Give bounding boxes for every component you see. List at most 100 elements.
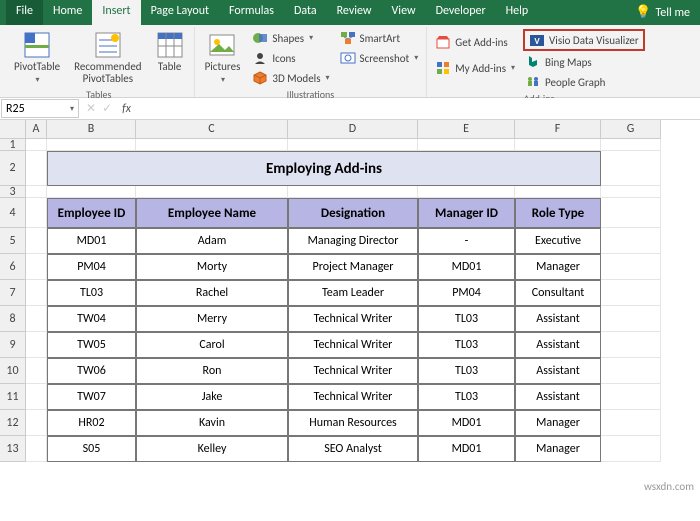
table-cell[interactable]: Merry [136,306,288,332]
table-cell[interactable]: Team Leader [288,280,418,306]
table-cell[interactable]: Jake [136,384,288,410]
table-cell[interactable]: PM04 [418,280,515,306]
row-header-1[interactable]: 1 [0,139,26,151]
icons-button[interactable]: Icons [250,49,331,67]
table-cell[interactable]: Executive [515,228,601,254]
table-cell[interactable]: PM04 [47,254,136,280]
table-cell[interactable]: Carol [136,332,288,358]
recommended-pivot-button[interactable]: Recommended PivotTables [70,29,145,87]
tab-developer[interactable]: Developer [426,0,496,25]
people-graph-button[interactable]: People Graph [523,73,645,91]
col-header-G[interactable]: G [601,120,661,139]
row-header-10[interactable]: 10 [0,358,26,384]
screenshot-label: Screenshot [360,52,410,65]
name-box[interactable]: R25 ▾ [1,99,79,118]
table-cell[interactable]: Adam [136,228,288,254]
my-addins-label: My Add-ins [455,62,506,75]
screenshot-button[interactable]: Screenshot▾ [338,49,421,67]
table-cell[interactable]: Assistant [515,358,601,384]
table-cell[interactable]: Managing Director [288,228,418,254]
table-cell[interactable]: Human Resources [288,410,418,436]
table-cell[interactable]: TL03 [418,306,515,332]
table-cell[interactable]: TL03 [47,280,136,306]
grid-body[interactable]: Employing Add-insEmployee IDEmployee Nam… [26,139,661,462]
col-header-B[interactable]: B [47,120,136,139]
table-cell[interactable]: Manager [515,436,601,462]
tell-me-search[interactable]: 💡 Tell me [625,0,700,25]
table-cell[interactable]: TL03 [418,358,515,384]
my-addins-button[interactable]: My Add-ins▾ [433,59,517,77]
table-cell[interactable]: Technical Writer [288,332,418,358]
row-header-12[interactable]: 12 [0,410,26,436]
tab-view[interactable]: View [382,0,426,25]
bing-maps-button[interactable]: Bing Maps [523,53,645,71]
col-header-D[interactable]: D [288,120,418,139]
tab-file[interactable]: File [6,0,43,25]
table-cell[interactable]: SEO Analyst [288,436,418,462]
row-header-13[interactable]: 13 [0,436,26,462]
row-header-4[interactable]: 4 [0,198,26,228]
select-all-corner[interactable] [0,120,26,139]
tab-help[interactable]: Help [496,0,539,25]
table-cell[interactable]: MD01 [418,410,515,436]
formula-input[interactable] [135,98,700,119]
shapes-button[interactable]: Shapes▾ [250,29,331,47]
enter-icon[interactable]: ✓ [102,101,112,116]
tab-review[interactable]: Review [327,0,382,25]
fx-label[interactable]: fx [118,98,135,119]
bing-icon [525,54,541,70]
table-cell[interactable]: Rachel [136,280,288,306]
row-header-5[interactable]: 5 [0,228,26,254]
col-header-F[interactable]: F [515,120,601,139]
table-button[interactable]: Table [152,29,188,75]
table-cell[interactable]: TW06 [47,358,136,384]
visio-visualizer-button[interactable]: V Visio Data Visualizer [523,29,645,51]
tab-insert[interactable]: Insert [92,0,140,25]
col-header-C[interactable]: C [136,120,288,139]
table-cell[interactable]: MD01 [418,254,515,280]
row-header-9[interactable]: 9 [0,332,26,358]
table-cell[interactable]: Assistant [515,384,601,410]
col-header-E[interactable]: E [418,120,515,139]
row-header-11[interactable]: 11 [0,384,26,410]
pivottable-button[interactable]: PivotTable ▾ [10,29,64,87]
tab-formulas[interactable]: Formulas [219,0,284,25]
table-cell[interactable]: Manager [515,254,601,280]
table-cell[interactable]: - [418,228,515,254]
table-cell[interactable]: TL03 [418,384,515,410]
table-cell[interactable]: Kavin [136,410,288,436]
smartart-button[interactable]: SmartArt [338,29,421,47]
table-cell[interactable]: MD01 [47,228,136,254]
table-cell[interactable]: TW04 [47,306,136,332]
table-cell[interactable]: Assistant [515,306,601,332]
table-cell[interactable]: TW07 [47,384,136,410]
table-cell[interactable]: Morty [136,254,288,280]
row-header-7[interactable]: 7 [0,280,26,306]
table-cell[interactable]: Kelley [136,436,288,462]
table-cell[interactable]: MD01 [418,436,515,462]
row-header-2[interactable]: 2 [0,151,26,186]
table-cell[interactable]: TL03 [418,332,515,358]
row-header-6[interactable]: 6 [0,254,26,280]
table-cell[interactable]: Consultant [515,280,601,306]
tab-pagelayout[interactable]: Page Layout [141,0,219,25]
table-cell[interactable]: TW05 [47,332,136,358]
table-cell[interactable]: Manager [515,410,601,436]
table-cell[interactable]: Project Manager [288,254,418,280]
table-cell[interactable]: Assistant [515,332,601,358]
table-cell[interactable]: Technical Writer [288,358,418,384]
table-cell[interactable]: S05 [47,436,136,462]
col-header-A[interactable]: A [26,120,47,139]
cancel-icon[interactable]: ✕ [86,101,96,116]
row-header-3[interactable]: 3 [0,186,26,198]
table-cell[interactable]: HR02 [47,410,136,436]
get-addins-button[interactable]: Get Add-ins [433,33,517,51]
table-cell[interactable]: Technical Writer [288,306,418,332]
tab-data[interactable]: Data [284,0,327,25]
row-header-8[interactable]: 8 [0,306,26,332]
pictures-button[interactable]: Pictures ▾ [201,29,245,87]
3dmodels-button[interactable]: 3D Models▾ [250,69,331,87]
table-cell[interactable]: Ron [136,358,288,384]
tab-home[interactable]: Home [43,0,92,25]
table-cell[interactable]: Technical Writer [288,384,418,410]
